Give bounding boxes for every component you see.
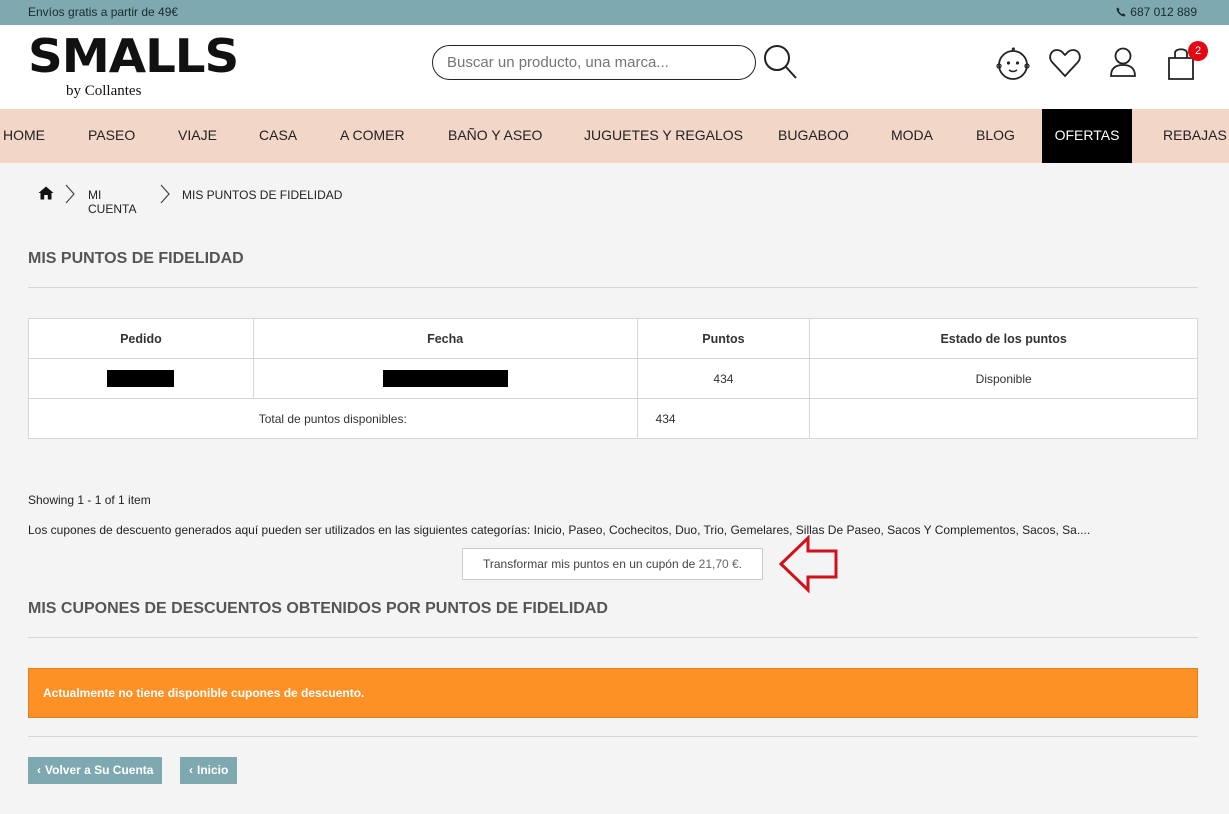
total-value: 434 [636,398,811,439]
back-to-account-button[interactable]: ‹ Volver a Su Cuenta [28,757,163,784]
redacted-date [382,370,508,387]
nav-item-viaje[interactable]: VIAJE [178,109,217,163]
breadcrumb-item-current: MIS PUNTOS DE FIDELIDAD [182,188,343,202]
divider [28,637,1198,638]
home-icon[interactable] [38,186,54,200]
status-cell: Disponible [809,358,1198,399]
redacted-order-id [107,370,175,387]
phone-icon [1116,7,1126,17]
top-bar: Envíos gratis a partir de 49€ 687 012 88… [0,0,1229,25]
search-icon[interactable] [762,43,798,81]
table-total-row: Total de puntos disponibles: 434 [28,398,1198,439]
transform-points-button[interactable]: Transformar mis puntos en un cupón de 21… [462,548,763,580]
phone-number[interactable]: 687 012 889 [1130,5,1197,19]
baby-face-icon[interactable] [996,45,1030,81]
column-header-pedido: Pedido [28,318,254,359]
nav-item-bano-y-aseo[interactable]: BAÑO Y ASEO [448,109,542,163]
nav-item-a-comer[interactable]: A COMER [340,109,405,163]
breadcrumb-item-mi-cuenta[interactable]: MI CUENTA [88,188,136,216]
date-cell [252,358,638,399]
back-to-home-button[interactable]: ‹ Inicio [180,757,238,784]
back-to-home-label: Inicio [197,763,229,777]
page-title: MIS PUNTOS DE FIDELIDAD [28,250,244,267]
nav-item-moda[interactable]: MODA [891,109,933,163]
table-row: 434 Disponible [28,358,1198,399]
nav-item-juguetes-y-regalos[interactable]: JUGUETES Y REGALOS [584,109,743,163]
nav-item-blog[interactable]: BLOG [976,109,1015,163]
annotation-arrow-icon [778,535,838,593]
nav-item-bugaboo[interactable]: BUGABOO [778,109,849,163]
no-coupons-alert: Actualmente no tiene disponible cupones … [28,668,1198,718]
free-shipping-promo: Envíos gratis a partir de 49€ [28,5,179,19]
nav-item-casa[interactable]: CASA [259,109,297,163]
column-header-estado: Estado de los puntos [809,318,1198,359]
search-input[interactable] [432,45,756,80]
points-cell: 434 [636,358,811,399]
nav-item-home[interactable]: HOME [3,109,45,163]
order-cell [28,358,254,399]
wishlist-heart-icon[interactable] [1048,45,1082,81]
column-header-fecha: Fecha [252,318,638,359]
column-header-puntos: Puntos [636,318,811,359]
nav-item-paseo[interactable]: PASEO [88,109,135,163]
chevron-left-icon: ‹ [37,763,41,777]
nav-item-ofertas[interactable]: OFERTAS [1042,109,1132,163]
coupons-section-title: MIS CUPONES DE DESCUENTOS OBTENIDOS POR … [28,600,608,617]
empty-cell [809,398,1198,439]
site-logo[interactable]: SMALLS by Collantes [28,33,239,103]
pagination-summary: Showing 1 - 1 of 1 item [28,493,151,507]
site-header: SMALLS by Collantes 2 [0,25,1229,109]
transform-amount: 21,70 €. [698,557,743,571]
coupon-categories-text: Los cupones de descuento generados aquí … [28,523,1091,537]
transform-label: Transformar mis puntos en un cupón de [482,557,696,571]
back-to-account-label: Volver a Su Cuenta [45,763,154,777]
main-nav: HOME PASEO VIAJE CASA A COMER BAÑO Y ASE… [0,109,1229,163]
divider [28,287,1198,288]
chevron-right-icon [65,184,75,204]
divider [28,736,1198,737]
cart-count-badge: 2 [1188,41,1208,61]
nav-item-rebajas[interactable]: REBAJAS [1163,109,1227,163]
logo-brand: SMALLS [28,29,239,83]
phone-contact[interactable]: 687 012 889 [1116,5,1197,19]
account-user-icon[interactable] [1106,45,1140,81]
logo-subtitle: by Collantes [66,83,142,99]
chevron-left-icon: ‹ [189,763,193,777]
loyalty-points-table: Pedido Fecha Puntos Estado de los puntos… [28,318,1198,439]
total-label: Total de puntos disponibles: [28,398,638,439]
chevron-right-icon [160,184,170,204]
table-header-row: Pedido Fecha Puntos Estado de los puntos [28,318,1198,359]
